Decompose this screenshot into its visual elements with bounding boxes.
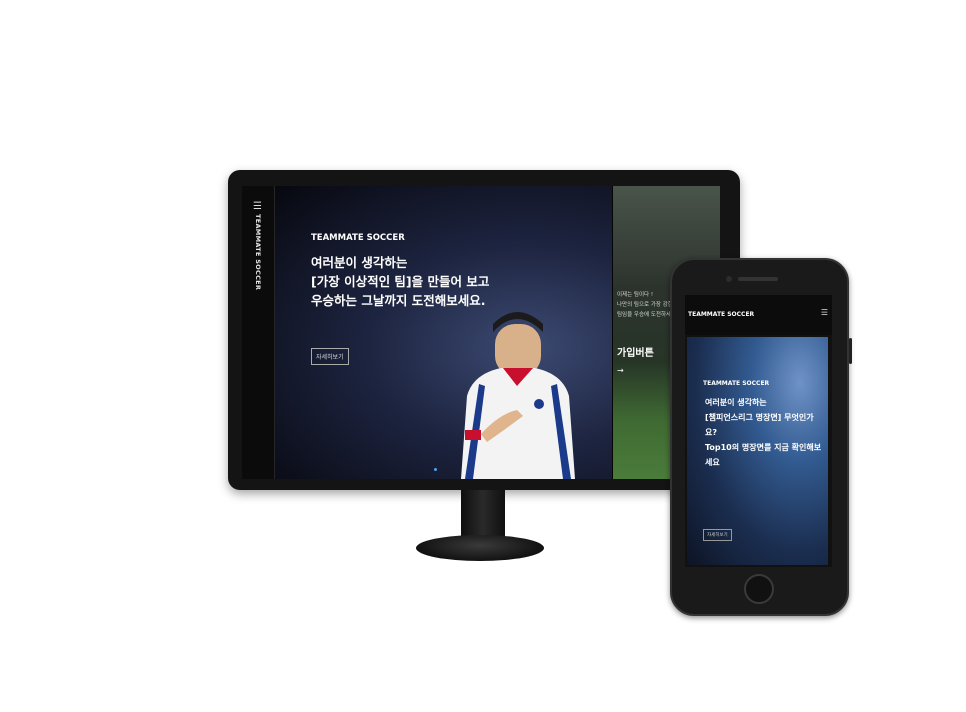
desktop-screen: ☰ TEAMMATE SOCCER TEAMMATE SOCCER 여러분이 생… bbox=[242, 186, 720, 479]
join-text: 이제는 팀이다 ! 나만의 팀으로 가장 강한 팀임을 우승에 도전하세요 bbox=[617, 290, 676, 320]
headline-line: [챔피언스리그 명장면] 무엇인가 bbox=[705, 413, 814, 422]
headline-line: Top10의 명장면를 지금 확인해보 bbox=[705, 443, 822, 452]
mobile-hero-brand: TEAMMATE SOCCER bbox=[703, 380, 770, 387]
details-button[interactable]: 자세히보기 bbox=[311, 348, 349, 365]
desktop-monitor: ☰ TEAMMATE SOCCER TEAMMATE SOCCER 여러분이 생… bbox=[228, 170, 740, 490]
hero-brand: TEAMMATE SOCCER bbox=[311, 233, 405, 243]
mobile-header: TEAMMATE SOCCER ☰ bbox=[685, 295, 832, 335]
hero-headline: 여러분이 생각하는 [가장 이상적인 팀]을 만들어 보고 우승하는 그날까지 … bbox=[311, 253, 489, 310]
vertical-brand: TEAMMATE SOCCER bbox=[254, 214, 262, 291]
details-button[interactable]: 자세히보기 bbox=[703, 529, 732, 541]
mobile-hero: TEAMMATE SOCCER 여러분이 생각하는 [챔피언스리그 명장면] 무… bbox=[687, 337, 828, 565]
join-text-line: 나만의 팀으로 가장 강한 bbox=[617, 302, 673, 308]
join-button[interactable]: 가입버튼 bbox=[617, 344, 654, 359]
mobile-screen: TEAMMATE SOCCER ☰ TEAMMATE SOCCER 여러분이 생… bbox=[685, 295, 832, 567]
hamburger-icon[interactable]: ☰ bbox=[821, 308, 828, 317]
headline-line: 여러분이 생각하는 bbox=[705, 398, 767, 407]
join-text-line: 이제는 팀이다 ! bbox=[617, 292, 654, 298]
hamburger-icon[interactable]: ☰ bbox=[253, 202, 262, 212]
join-text-line: 팀임을 우승에 도전하세요 bbox=[617, 312, 677, 318]
mobile-headline: 여러분이 생각하는 [챔피언스리그 명장면] 무엇인가 요? Top10의 명장… bbox=[705, 395, 829, 470]
player-figure bbox=[461, 312, 575, 479]
hero-section: TEAMMATE SOCCER 여러분이 생각하는 [가장 이상적인 팀]을 만… bbox=[275, 186, 612, 479]
side-rail: ☰ TEAMMATE SOCCER bbox=[242, 186, 275, 479]
headline-line: 요? bbox=[705, 428, 718, 437]
mobile-brand: TEAMMATE SOCCER bbox=[688, 311, 755, 318]
smartphone: TEAMMATE SOCCER ☰ TEAMMATE SOCCER 여러분이 생… bbox=[670, 258, 852, 616]
arrow-right-icon[interactable]: → bbox=[617, 366, 624, 375]
headline-line: 세요 bbox=[705, 458, 720, 467]
headline-line: [가장 이상적인 팀]을 만들어 보고 bbox=[311, 274, 490, 289]
speaker-icon bbox=[738, 277, 778, 281]
headline-line: 여러분이 생각하는 bbox=[311, 255, 408, 270]
monitor-stand-neck bbox=[461, 490, 505, 538]
slide-indicator[interactable] bbox=[434, 468, 437, 471]
monitor-stand-base bbox=[416, 535, 544, 561]
home-button[interactable] bbox=[744, 574, 774, 604]
power-key bbox=[849, 338, 852, 364]
camera-icon bbox=[726, 276, 732, 282]
